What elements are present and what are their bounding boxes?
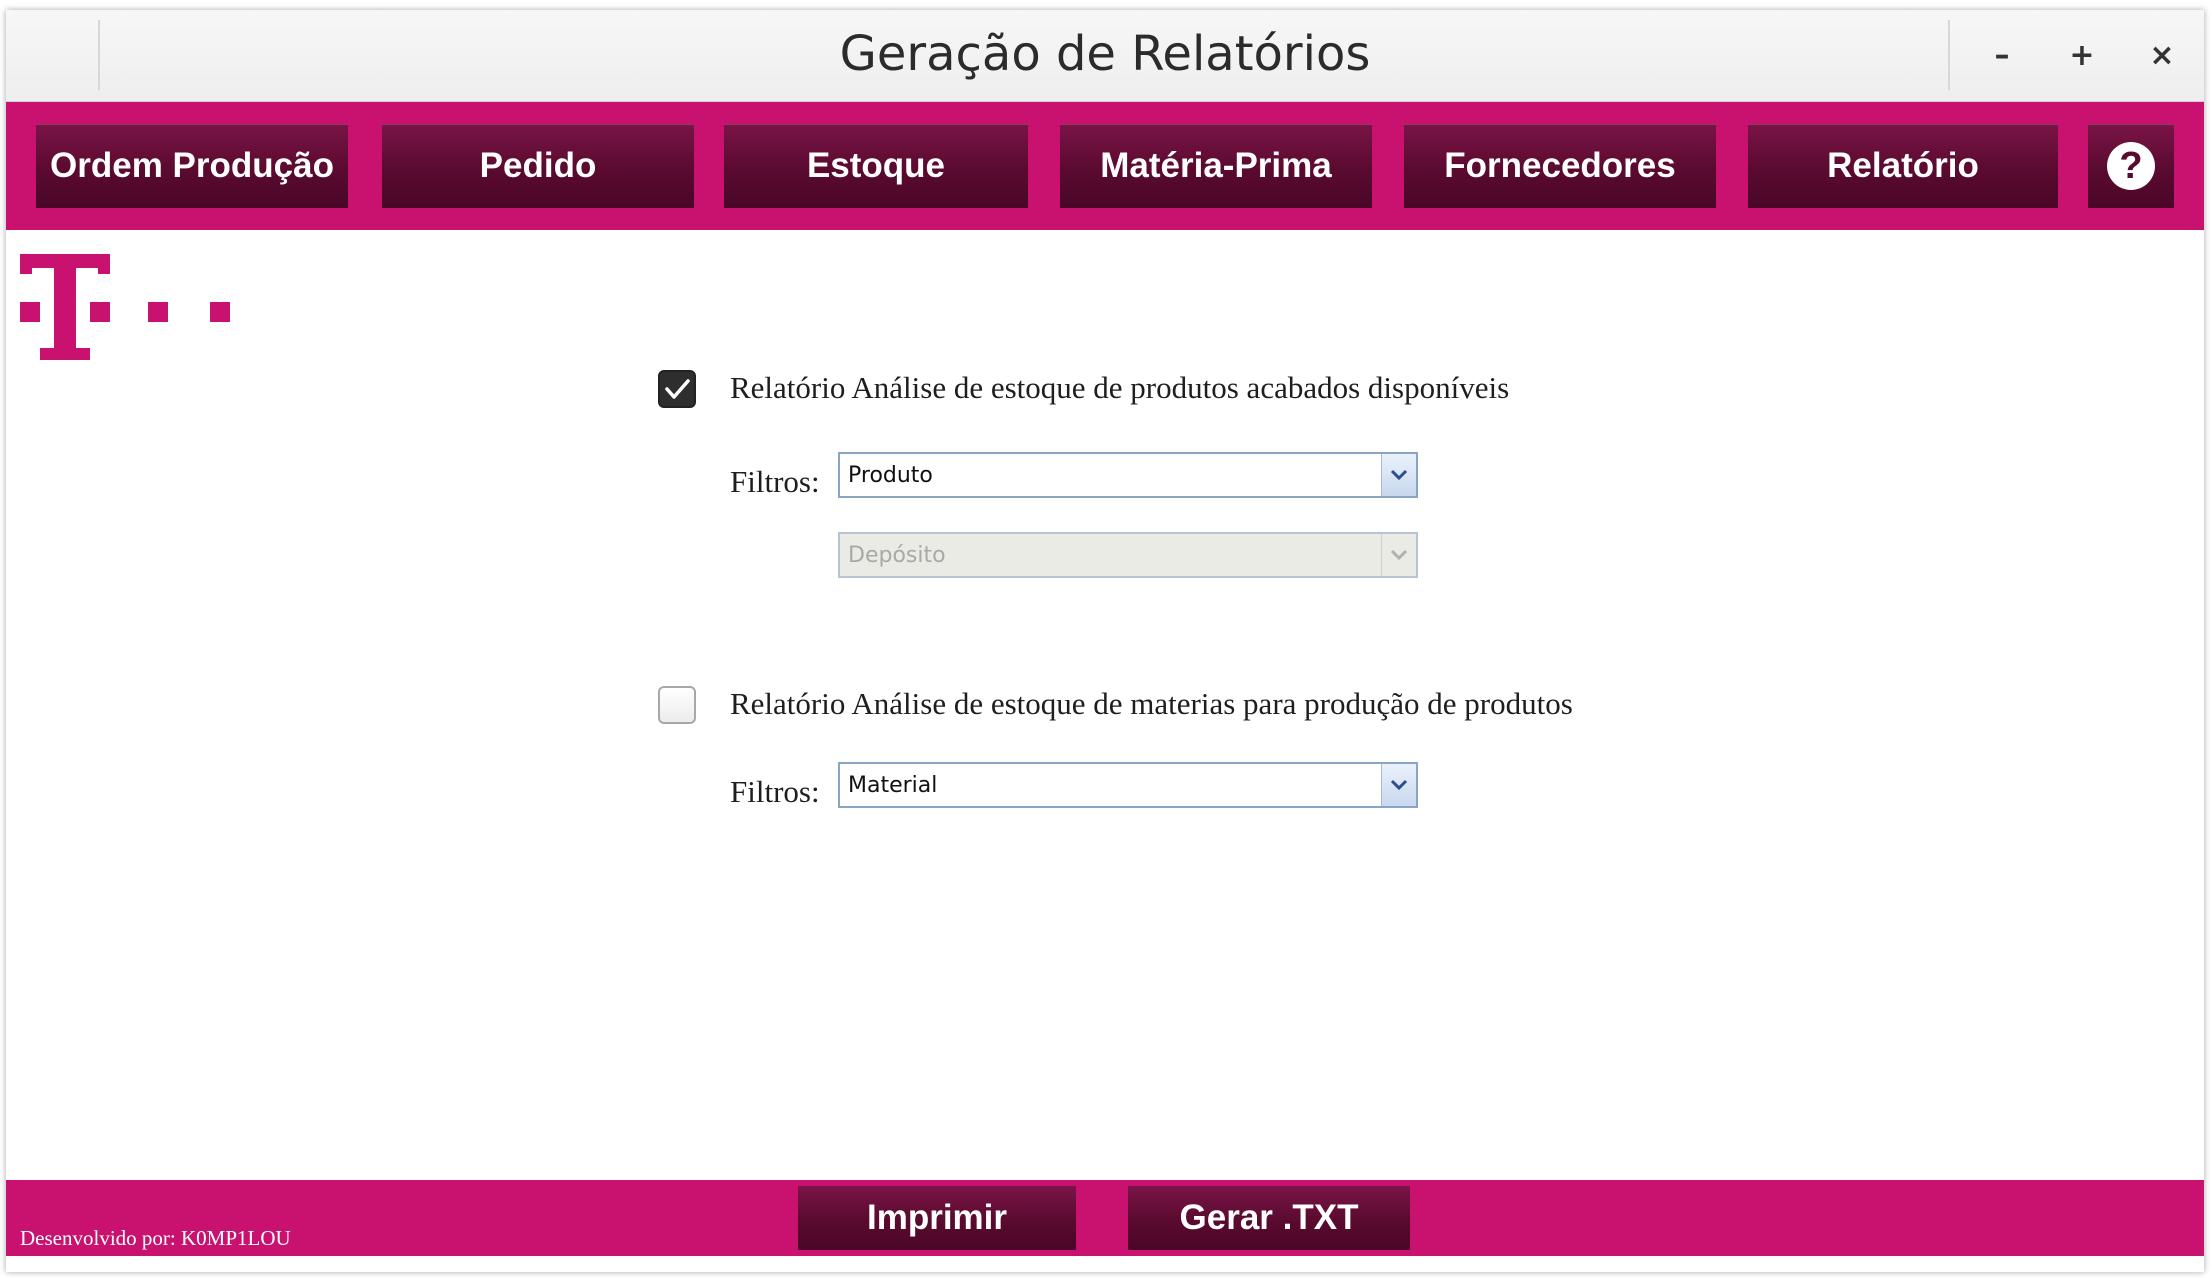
chevron-down-icon[interactable] bbox=[1381, 454, 1416, 496]
generate-txt-button[interactable]: Gerar .TXT bbox=[1128, 1186, 1410, 1250]
report-1-checkbox[interactable] bbox=[658, 370, 696, 408]
deposito-filter-select: Depósito bbox=[838, 532, 1418, 578]
nav-relatorio-button[interactable]: Relatório bbox=[1748, 124, 2058, 208]
produto-filter-select[interactable]: Produto bbox=[838, 452, 1418, 498]
material-filter-select[interactable]: Material bbox=[838, 762, 1418, 808]
main-nav: Ordem Produção Pedido Estoque Matéria-Pr… bbox=[6, 102, 2204, 230]
t-logo-icon bbox=[20, 254, 240, 369]
developer-credit: Desenvolvido por: K0MP1LOU bbox=[20, 1226, 291, 1250]
nav-ordem-producao-button[interactable]: Ordem Produção bbox=[36, 124, 348, 208]
nav-materia-prima-button[interactable]: Matéria-Prima bbox=[1060, 124, 1372, 208]
deposito-filter-value: Depósito bbox=[848, 543, 946, 568]
app-window: Geração de Relatórios – + × Ordem Produç… bbox=[6, 10, 2204, 1272]
report-2-checkbox[interactable] bbox=[658, 686, 696, 724]
report-2-label: Relatório Análise de estoque de materias… bbox=[730, 686, 1573, 721]
help-icon: ? bbox=[2107, 142, 2155, 190]
report-2-filters-label: Filtros: bbox=[730, 774, 820, 809]
nav-pedido-button[interactable]: Pedido bbox=[382, 124, 694, 208]
produto-filter-value: Produto bbox=[848, 463, 933, 488]
material-filter-value: Material bbox=[848, 773, 938, 798]
report-1-filters-label: Filtros: bbox=[730, 464, 820, 499]
minimize-button[interactable]: – bbox=[1972, 32, 2032, 80]
nav-estoque-button[interactable]: Estoque bbox=[724, 124, 1028, 208]
window-title: Geração de Relatórios bbox=[839, 26, 1371, 82]
title-bar: Geração de Relatórios – + × bbox=[6, 10, 2204, 102]
nav-fornecedores-button[interactable]: Fornecedores bbox=[1404, 124, 1716, 208]
chevron-down-icon bbox=[1381, 534, 1416, 576]
footer-bar: Desenvolvido por: K0MP1LOU Imprimir Gera… bbox=[6, 1180, 2204, 1256]
report-1-label: Relatório Análise de estoque de produtos… bbox=[730, 370, 1510, 405]
checkmark-icon bbox=[665, 379, 690, 399]
help-button[interactable]: ? bbox=[2088, 124, 2174, 208]
chevron-down-icon[interactable] bbox=[1381, 764, 1416, 806]
titlebar-divider bbox=[1948, 20, 1950, 90]
print-button[interactable]: Imprimir bbox=[798, 1186, 1076, 1250]
maximize-button[interactable]: + bbox=[2052, 32, 2112, 80]
close-button[interactable]: × bbox=[2132, 32, 2192, 80]
